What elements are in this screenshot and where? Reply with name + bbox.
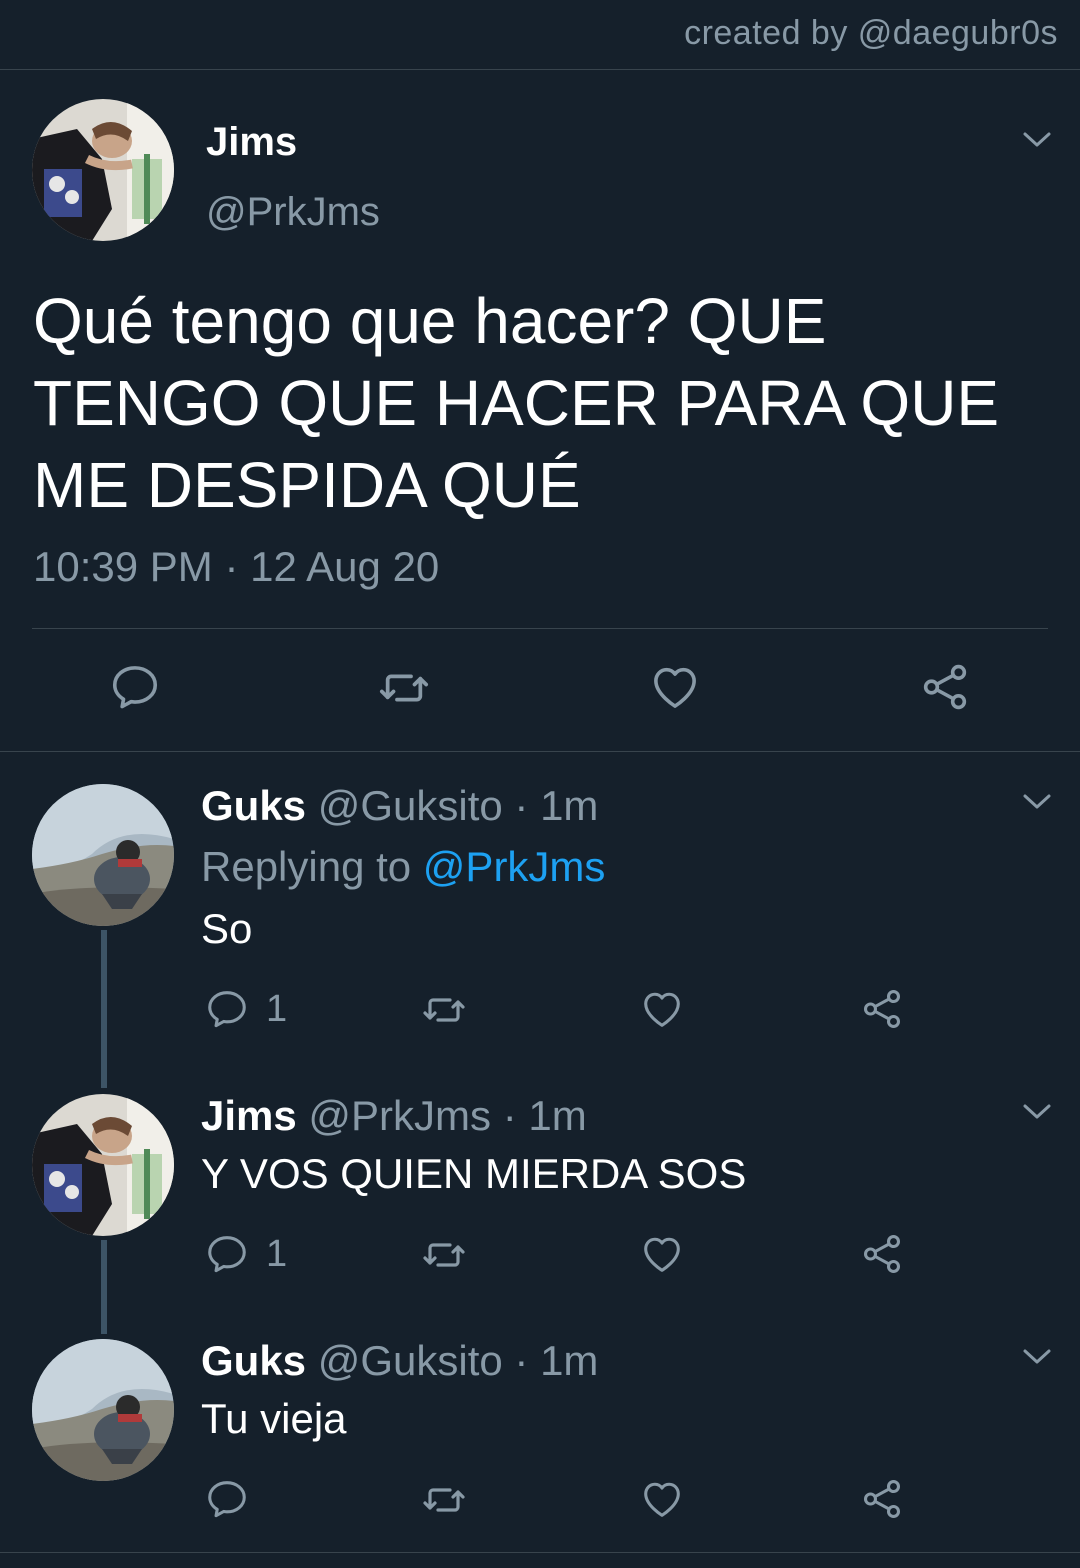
- reply-1-header: Guks @Guksito · 1m: [201, 782, 598, 830]
- reply-3-menu-chevron-down-icon[interactable]: [1022, 1347, 1052, 1367]
- reply-1-menu-chevron-down-icon[interactable]: [1022, 792, 1052, 812]
- retweet-icon: [420, 986, 468, 1034]
- retweet-icon: [420, 1476, 468, 1524]
- comment-bubble-icon: [108, 660, 162, 714]
- replying-to-label: Replying to: [201, 843, 412, 890]
- thread-connector-line: [101, 930, 107, 1088]
- reply-3-author-handle[interactable]: @Guksito: [318, 1337, 503, 1384]
- reply-2-author-handle[interactable]: @PrkJms: [308, 1092, 491, 1139]
- thread-divider: [0, 751, 1080, 752]
- share-icon: [918, 660, 972, 714]
- reply-1-time[interactable]: · 1m: [514, 782, 598, 829]
- reply-1-reply-button[interactable]: 1: [204, 986, 287, 1032]
- heart-icon: [639, 1476, 685, 1522]
- reply-2-retweet-button[interactable]: [420, 1231, 468, 1279]
- heart-icon: [648, 660, 702, 714]
- reply-2-reply-count: 1: [266, 1232, 288, 1275]
- retweet-icon: [420, 1231, 468, 1279]
- retweet-icon: [376, 660, 432, 716]
- comment-bubble-icon: [204, 1231, 250, 1277]
- reply-3-time[interactable]: · 1m: [514, 1337, 598, 1384]
- creator-credit: created by @daegubr0s: [684, 14, 1058, 52]
- reply-2-avatar[interactable]: [32, 1094, 174, 1236]
- replying-to-mention-link[interactable]: @PrkJms: [423, 843, 606, 890]
- main-tweet-author-handle[interactable]: @PrkJms: [206, 190, 380, 235]
- avatar-image: [32, 99, 174, 241]
- comment-bubble-icon: [204, 986, 250, 1032]
- reply-3-share-button[interactable]: [859, 1476, 905, 1522]
- share-icon: [859, 986, 905, 1032]
- avatar-image: [32, 1094, 174, 1236]
- heart-icon: [639, 986, 685, 1032]
- main-tweet-timestamp[interactable]: 10:39 PM · 12 Aug 20: [33, 543, 439, 591]
- avatar-image: [32, 1339, 174, 1481]
- share-icon: [859, 1476, 905, 1522]
- heart-icon: [639, 1231, 685, 1277]
- comment-bubble-icon: [204, 1476, 250, 1522]
- reply-2-header: Jims @PrkJms · 1m: [201, 1092, 587, 1140]
- main-tweet-avatar[interactable]: [32, 99, 174, 241]
- reply-3-author-name[interactable]: Guks: [201, 1337, 306, 1384]
- reply-3-reply-button[interactable]: [204, 1476, 250, 1522]
- main-share-button[interactable]: [918, 660, 972, 714]
- reply-2-author-name[interactable]: Jims: [201, 1092, 297, 1139]
- reply-1-author-handle[interactable]: @Guksito: [318, 782, 503, 829]
- reply-1-avatar[interactable]: [32, 784, 174, 926]
- main-reply-button[interactable]: [108, 660, 162, 714]
- reply-1-text: So: [201, 905, 253, 952]
- reply-2-share-button[interactable]: [859, 1231, 905, 1277]
- share-icon: [859, 1231, 905, 1277]
- reply-2-like-button[interactable]: [639, 1231, 685, 1277]
- reply-1-like-button[interactable]: [639, 986, 685, 1032]
- reply-1-share-button[interactable]: [859, 986, 905, 1032]
- bottom-divider: [0, 1552, 1080, 1553]
- reply-2-menu-chevron-down-icon[interactable]: [1022, 1102, 1052, 1122]
- reply-1-replying-to: Replying to @PrkJms: [201, 843, 605, 891]
- main-tweet-menu-chevron-down-icon[interactable]: [1022, 130, 1052, 150]
- reply-3-text: Tu vieja: [201, 1395, 347, 1442]
- main-tweet-text: Qué tengo que hacer? QUE TENGO QUE HACER…: [33, 285, 1000, 521]
- reply-1-reply-count: 1: [266, 987, 288, 1030]
- thread-connector-line: [101, 1240, 107, 1334]
- avatar-image: [32, 784, 174, 926]
- reply-3-avatar[interactable]: [32, 1339, 174, 1481]
- header-divider: [0, 69, 1080, 70]
- tweet-thread-page: created by @daegubr0s Jims @PrkJms Qué t…: [0, 0, 1080, 1568]
- reply-2-text: Y VOS QUIEN MIERDA SOS: [201, 1150, 747, 1197]
- reply-1-author-name[interactable]: Guks: [201, 782, 306, 829]
- reply-2-reply-button[interactable]: 1: [204, 1231, 287, 1277]
- main-like-button[interactable]: [648, 660, 702, 714]
- reply-2-time[interactable]: · 1m: [503, 1092, 587, 1139]
- main-tweet-author-name[interactable]: Jims: [206, 120, 297, 165]
- main-tweet-actions-divider: [32, 628, 1048, 629]
- main-retweet-button[interactable]: [376, 660, 432, 716]
- reply-3-header: Guks @Guksito · 1m: [201, 1337, 598, 1385]
- reply-3-retweet-button[interactable]: [420, 1476, 468, 1524]
- reply-3-like-button[interactable]: [639, 1476, 685, 1522]
- reply-1-retweet-button[interactable]: [420, 986, 468, 1034]
